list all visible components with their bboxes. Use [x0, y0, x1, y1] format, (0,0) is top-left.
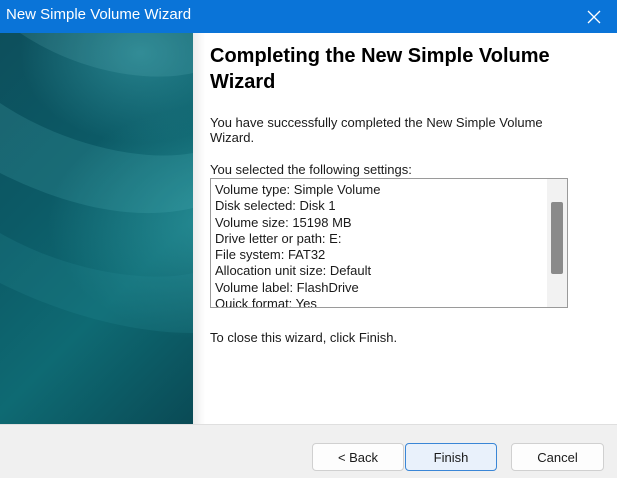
- intro-text: You have successfully completed the New …: [210, 115, 543, 145]
- settings-item: Drive letter or path: E:: [215, 230, 342, 246]
- banner-shadow: [193, 33, 205, 424]
- banner-swoosh-graphic: [0, 33, 193, 333]
- close-hint-text: To close this wizard, click Finish.: [210, 330, 398, 345]
- settings-label: You selected the following settings:: [210, 162, 412, 177]
- wizard-window: New Simple Volume Wizard Completing the …: [0, 0, 617, 478]
- settings-item: Quick format: Yes: [215, 296, 317, 308]
- settings-item: File system: FAT32: [215, 247, 326, 263]
- settings-item: Volume type: Simple Volume: [215, 182, 381, 197]
- window-title: New Simple Volume Wizard: [6, 6, 192, 23]
- settings-item: Volume label: FlashDrive: [215, 279, 359, 295]
- close-button[interactable]: [571, 0, 617, 33]
- vertical-scrollbar[interactable]: [547, 179, 567, 307]
- settings-item: Volume size: 15198 MB: [215, 214, 352, 230]
- close-icon: [587, 10, 601, 23]
- settings-list: Volume type: Simple Volume Disk selected…: [215, 182, 381, 308]
- button-bar: < Back Finish Cancel: [0, 424, 617, 478]
- settings-item: Disk selected: Disk 1: [215, 198, 336, 214]
- wizard-content: Completing the New Simple Volume Wizard …: [210, 33, 602, 345]
- settings-item: Allocation unit size: Default: [215, 263, 372, 279]
- finish-button[interactable]: Finish: [405, 443, 497, 471]
- cancel-button[interactable]: Cancel: [511, 443, 604, 471]
- title-bar: New Simple Volume Wizard: [0, 0, 617, 33]
- settings-summary-box[interactable]: Volume type: Simple Volume Disk selected…: [210, 178, 568, 308]
- scrollbar-thumb[interactable]: [551, 202, 563, 274]
- back-button[interactable]: < Back: [312, 443, 404, 471]
- wizard-banner-image: [0, 33, 193, 424]
- page-title: Completing the New Simple Volume Wizard: [210, 45, 550, 93]
